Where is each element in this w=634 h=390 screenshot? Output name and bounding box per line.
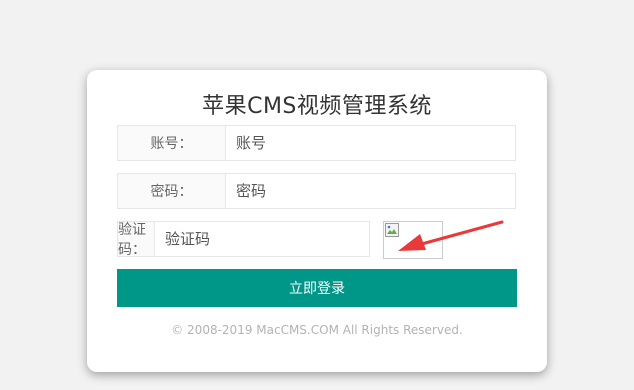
password-label: 密码： [118,174,226,208]
captcha-row: 验证码： [117,221,370,258]
page-title: 苹果CMS视频管理系统 [202,94,432,119]
password-row: 密码： [117,173,516,209]
copyright-text: © 2008-2019 MacCMS.COM All Rights Reserv… [171,323,463,337]
account-label: 账号： [118,126,226,160]
captcha-label: 验证码： [118,222,155,258]
account-row: 账号： [117,125,516,161]
captcha-input[interactable] [155,222,369,256]
login-button[interactable]: 立即登录 [117,269,517,307]
red-arrow-icon [398,220,504,251]
account-input[interactable] [226,126,515,160]
password-input[interactable] [226,174,515,208]
